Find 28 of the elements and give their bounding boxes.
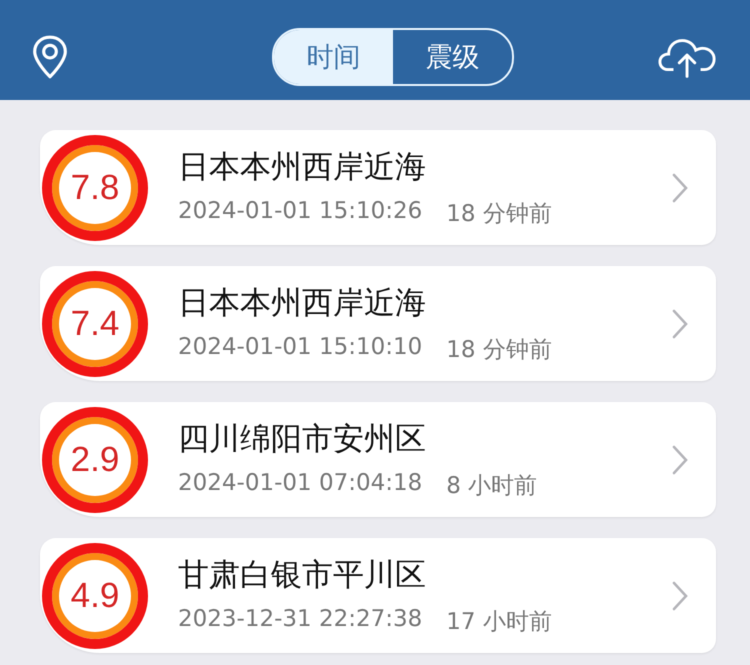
magnitude-badge: 2.9 <box>42 406 148 512</box>
magnitude-badge: 7.4 <box>42 270 148 376</box>
sort-tab[interactable]: 震级 <box>393 30 512 84</box>
earthquake-card[interactable]: 2.9 四川绵阳市安州区 2024-01-01 07:04:18 8 小时前 <box>40 402 716 517</box>
location-name: 日本本州西岸近海 <box>178 284 427 323</box>
time-ago: 18 分钟前 <box>446 336 552 365</box>
event-time: 2024-01-01 15:10:26 <box>178 198 422 226</box>
time-ago: 8 小时前 <box>446 472 538 501</box>
location-name: 日本本州西岸近海 <box>178 148 427 187</box>
chevron-right-icon <box>672 444 688 474</box>
chevron-right-icon <box>672 580 688 610</box>
magnitude-badge: 7.8 <box>42 134 148 240</box>
event-time: 2024-01-01 07:04:18 <box>178 470 422 498</box>
chevron-right-icon <box>672 308 688 338</box>
magnitude-badge: 4.9 <box>42 542 148 648</box>
cloud-upload-icon[interactable] <box>658 36 718 78</box>
location-pin-icon[interactable] <box>32 34 68 80</box>
earthquake-card[interactable]: 7.8 日本本州西岸近海 2024-01-01 15:10:26 18 分钟前 <box>40 130 716 245</box>
event-time: 2023-12-31 22:27:38 <box>178 606 422 634</box>
earthquake-card[interactable]: 4.9 甘肃白银市平川区 2023-12-31 22:27:38 17 小时前 <box>40 538 716 653</box>
event-time: 2024-01-01 15:10:10 <box>178 334 422 362</box>
location-name: 甘肃白银市平川区 <box>178 556 427 595</box>
time-ago: 18 分钟前 <box>446 200 552 229</box>
sort-tab[interactable]: 时间 <box>274 30 393 84</box>
chevron-right-icon <box>672 172 688 202</box>
time-ago: 17 小时前 <box>446 608 552 637</box>
earthquake-card[interactable]: 7.4 日本本州西岸近海 2024-01-01 15:10:10 18 分钟前 <box>40 266 716 381</box>
location-name: 四川绵阳市安州区 <box>178 420 427 459</box>
